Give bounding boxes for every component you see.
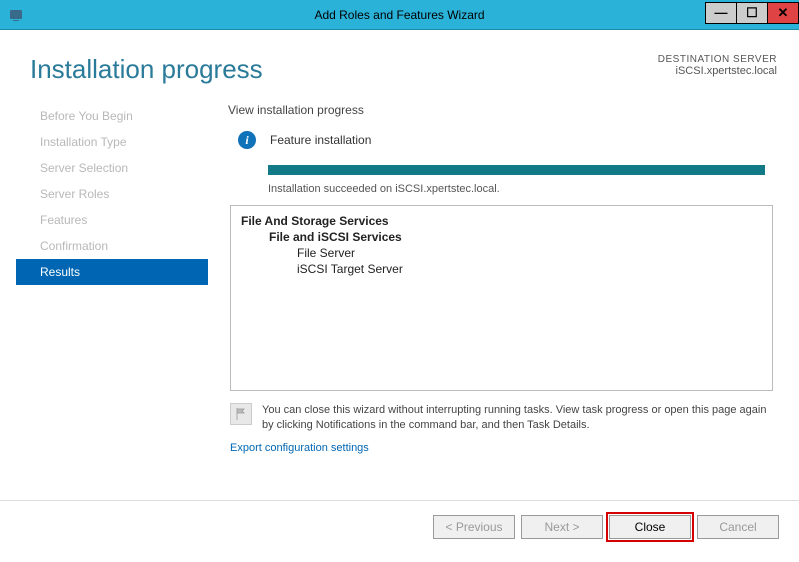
flag-icon <box>230 403 252 425</box>
maximize-button[interactable]: ☐ <box>736 2 768 24</box>
info-icon: i <box>238 131 256 149</box>
destination-block: DESTINATION SERVER iSCSI.xpertstec.local <box>658 54 783 77</box>
header-row: Installation progress DESTINATION SERVER… <box>16 40 783 85</box>
note-row: You can close this wizard without interr… <box>230 403 773 434</box>
sidebar-item-features: Features <box>28 207 208 233</box>
sidebar-item-installation-type: Installation Type <box>28 129 208 155</box>
export-settings-link[interactable]: Export configuration settings <box>230 442 773 454</box>
result-item-lvl2a: File Server <box>241 246 762 260</box>
sidebar-item-server-selection: Server Selection <box>28 155 208 181</box>
sidebar: Before You Begin Installation Type Serve… <box>28 103 208 500</box>
window-title: Add Roles and Features Wizard <box>314 8 484 22</box>
result-item-lvl2b: iSCSI Target Server <box>241 262 762 276</box>
feature-label: Feature installation <box>270 133 371 147</box>
sidebar-item-server-roles: Server Roles <box>28 181 208 207</box>
cancel-button: Cancel <box>697 515 779 539</box>
previous-button: < Previous <box>433 515 515 539</box>
window-controls: — ☐ ✕ <box>705 6 799 24</box>
main-row: Before You Begin Installation Type Serve… <box>16 103 783 500</box>
panel: View installation progress i Feature ins… <box>208 103 783 500</box>
app-icon <box>8 7 24 23</box>
titlebar: Add Roles and Features Wizard — ☐ ✕ <box>0 0 799 30</box>
content-area: Installation progress DESTINATION SERVER… <box>0 30 799 500</box>
success-text: Installation succeeded on iSCSI.xpertste… <box>228 183 773 195</box>
note-text: You can close this wizard without interr… <box>262 403 773 434</box>
next-button: Next > <box>521 515 603 539</box>
progress-bar <box>268 165 765 175</box>
panel-heading: View installation progress <box>228 103 773 117</box>
close-button[interactable]: Close <box>609 515 691 539</box>
result-item-lvl1: File and iSCSI Services <box>241 230 762 244</box>
destination-server: iSCSI.xpertstec.local <box>658 65 777 77</box>
close-window-button[interactable]: ✕ <box>767 2 799 24</box>
sidebar-item-confirmation: Confirmation <box>28 233 208 259</box>
result-box: File And Storage Services File and iSCSI… <box>230 205 773 391</box>
destination-label: DESTINATION SERVER <box>658 54 777 65</box>
minimize-button[interactable]: — <box>705 2 737 24</box>
page-title: Installation progress <box>30 54 263 85</box>
result-item-lvl0: File And Storage Services <box>241 214 762 228</box>
feature-row: i Feature installation <box>228 131 773 149</box>
footer: < Previous Next > Close Cancel <box>0 500 799 553</box>
sidebar-item-results[interactable]: Results <box>16 259 208 285</box>
sidebar-item-before-you-begin: Before You Begin <box>28 103 208 129</box>
